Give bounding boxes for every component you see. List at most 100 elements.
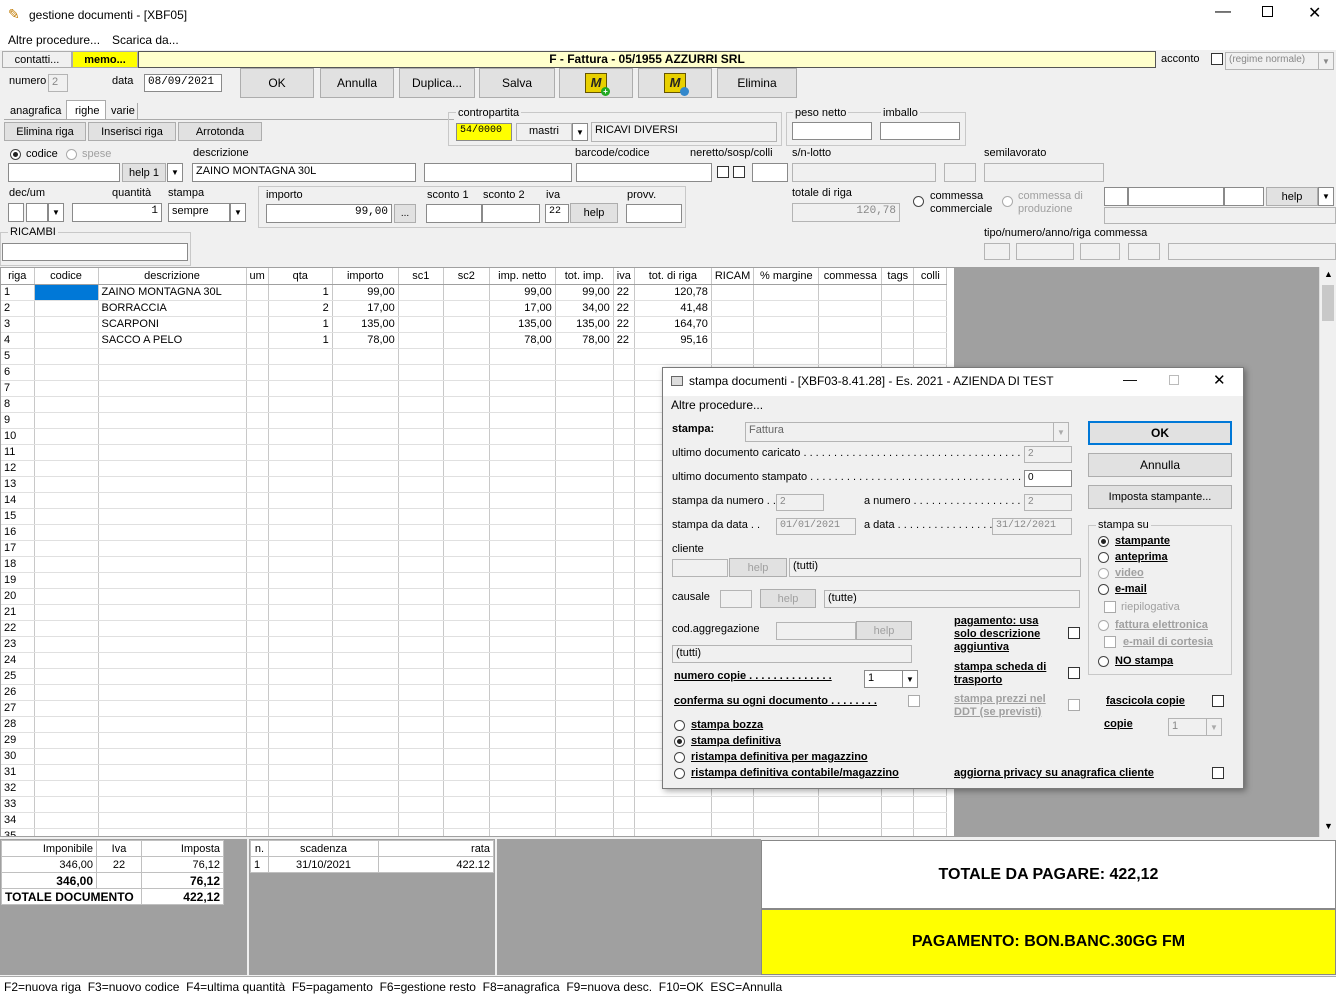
table-cell[interactable] bbox=[268, 540, 333, 557]
table-cell[interactable] bbox=[443, 380, 490, 397]
dlg-cliente-desc-input[interactable]: (tutti) bbox=[789, 558, 1081, 577]
table-cell[interactable] bbox=[332, 524, 399, 541]
table-cell[interactable]: 1 bbox=[268, 284, 333, 301]
table-cell[interactable]: 17 bbox=[1, 540, 35, 557]
table-cell[interactable] bbox=[34, 524, 99, 541]
tab-varie[interactable]: varie bbox=[106, 103, 138, 120]
table-cell[interactable] bbox=[398, 716, 444, 733]
table-cell[interactable] bbox=[398, 284, 444, 301]
dlg-ristampa-contabile-radio[interactable] bbox=[674, 768, 685, 779]
table-cell[interactable]: 13 bbox=[1, 476, 35, 493]
tipo-commessa-input-2[interactable] bbox=[1016, 243, 1074, 260]
table-cell[interactable] bbox=[98, 396, 247, 413]
table-cell[interactable] bbox=[555, 412, 614, 429]
table-cell[interactable] bbox=[613, 476, 635, 493]
table-cell[interactable] bbox=[634, 828, 712, 836]
table-cell[interactable]: 34 bbox=[1, 812, 35, 829]
table-cell[interactable] bbox=[489, 524, 556, 541]
table-cell[interactable] bbox=[613, 380, 635, 397]
table-cell[interactable] bbox=[489, 812, 556, 829]
table-cell[interactable] bbox=[398, 604, 444, 621]
table-cell[interactable]: 28 bbox=[1, 716, 35, 733]
table-cell[interactable]: 135,00 bbox=[332, 316, 399, 333]
table-cell[interactable] bbox=[555, 620, 614, 637]
table-cell[interactable] bbox=[753, 316, 820, 333]
tipo-commessa-input-4[interactable] bbox=[1128, 243, 1160, 260]
table-cell[interactable] bbox=[555, 380, 614, 397]
table-cell[interactable] bbox=[332, 828, 399, 836]
table-cell[interactable] bbox=[443, 348, 490, 365]
dlg-stampa-definitiva-radio[interactable] bbox=[674, 736, 685, 747]
dlg-riepilogativa-checkbox[interactable] bbox=[1104, 601, 1116, 613]
table-cell[interactable] bbox=[613, 652, 635, 669]
regime-select[interactable]: (regime normale) bbox=[1225, 52, 1321, 70]
table-cell[interactable] bbox=[489, 796, 556, 813]
table-cell[interactable] bbox=[34, 588, 99, 605]
dlg-prezzi-ddt-checkbox[interactable] bbox=[1068, 699, 1080, 711]
table-cell[interactable] bbox=[613, 764, 635, 781]
table-cell[interactable]: SCARPONI bbox=[98, 316, 247, 333]
dlg-causale-desc-input[interactable]: (tutte) bbox=[824, 590, 1080, 608]
table-cell[interactable] bbox=[34, 556, 99, 573]
table-cell[interactable] bbox=[489, 716, 556, 733]
grid-col-header[interactable]: sc1 bbox=[398, 268, 444, 285]
table-cell[interactable] bbox=[34, 460, 99, 477]
table-cell[interactable] bbox=[268, 524, 333, 541]
table-cell[interactable] bbox=[489, 444, 556, 461]
dlg-fattura-elettronica-radio[interactable] bbox=[1098, 620, 1109, 631]
table-cell[interactable] bbox=[98, 492, 247, 509]
dlg-stampa-dropdown-icon[interactable]: ▼ bbox=[1053, 422, 1069, 442]
table-cell[interactable] bbox=[332, 428, 399, 445]
menu-scarica-da[interactable]: Scarica da... bbox=[112, 33, 179, 47]
sconto1-input[interactable] bbox=[426, 204, 482, 223]
iva-help-button[interactable]: help bbox=[570, 203, 618, 223]
table-cell[interactable] bbox=[332, 380, 399, 397]
table-cell[interactable] bbox=[246, 796, 269, 813]
grid-col-header[interactable]: descrizione bbox=[98, 268, 247, 285]
table-cell[interactable] bbox=[489, 556, 556, 573]
peso-netto-input[interactable] bbox=[792, 122, 872, 140]
table-cell[interactable] bbox=[98, 364, 247, 381]
table-cell[interactable] bbox=[246, 508, 269, 525]
table-cell[interactable] bbox=[268, 348, 333, 365]
table-cell[interactable] bbox=[98, 476, 247, 493]
table-cell[interactable]: 12 bbox=[1, 460, 35, 477]
table-cell[interactable]: 25 bbox=[1, 668, 35, 685]
dlg-cod-aggregazione-code-input[interactable] bbox=[776, 622, 856, 640]
table-cell[interactable] bbox=[98, 668, 247, 685]
memo-button[interactable]: memo... bbox=[72, 51, 138, 68]
table-cell[interactable] bbox=[443, 636, 490, 653]
table-cell[interactable] bbox=[818, 332, 883, 349]
table-cell[interactable] bbox=[613, 604, 635, 621]
table-cell[interactable] bbox=[34, 332, 99, 349]
mastri-dropdown-icon[interactable]: ▼ bbox=[572, 123, 588, 141]
table-cell[interactable] bbox=[555, 364, 614, 381]
table-cell[interactable] bbox=[443, 284, 490, 301]
table-cell[interactable] bbox=[613, 460, 635, 477]
sosp-checkbox[interactable] bbox=[733, 166, 745, 178]
table-cell[interactable] bbox=[711, 316, 755, 333]
table-cell[interactable] bbox=[443, 700, 490, 717]
table-cell[interactable] bbox=[913, 284, 948, 301]
table-cell[interactable]: 95,16 bbox=[634, 332, 712, 349]
table-cell[interactable] bbox=[34, 364, 99, 381]
dlg-ristampa-magazzino-radio[interactable] bbox=[674, 752, 685, 763]
table-cell[interactable] bbox=[246, 492, 269, 509]
inserisci-riga-button[interactable]: Inserisci riga bbox=[88, 122, 176, 141]
table-cell[interactable] bbox=[489, 508, 556, 525]
table-cell[interactable] bbox=[34, 380, 99, 397]
table-cell[interactable] bbox=[98, 780, 247, 797]
table-cell[interactable] bbox=[613, 572, 635, 589]
table-cell[interactable] bbox=[398, 396, 444, 413]
table-cell[interactable] bbox=[443, 332, 490, 349]
table-cell[interactable] bbox=[398, 700, 444, 717]
table-cell[interactable]: 2 bbox=[268, 300, 333, 317]
table-cell[interactable] bbox=[246, 620, 269, 637]
table-cell[interactable]: 11 bbox=[1, 444, 35, 461]
codice-radio[interactable] bbox=[10, 149, 21, 160]
table-cell[interactable] bbox=[332, 492, 399, 509]
table-cell[interactable] bbox=[246, 748, 269, 765]
table-cell[interactable] bbox=[34, 348, 99, 365]
table-cell[interactable] bbox=[332, 812, 399, 829]
table-cell[interactable] bbox=[443, 524, 490, 541]
